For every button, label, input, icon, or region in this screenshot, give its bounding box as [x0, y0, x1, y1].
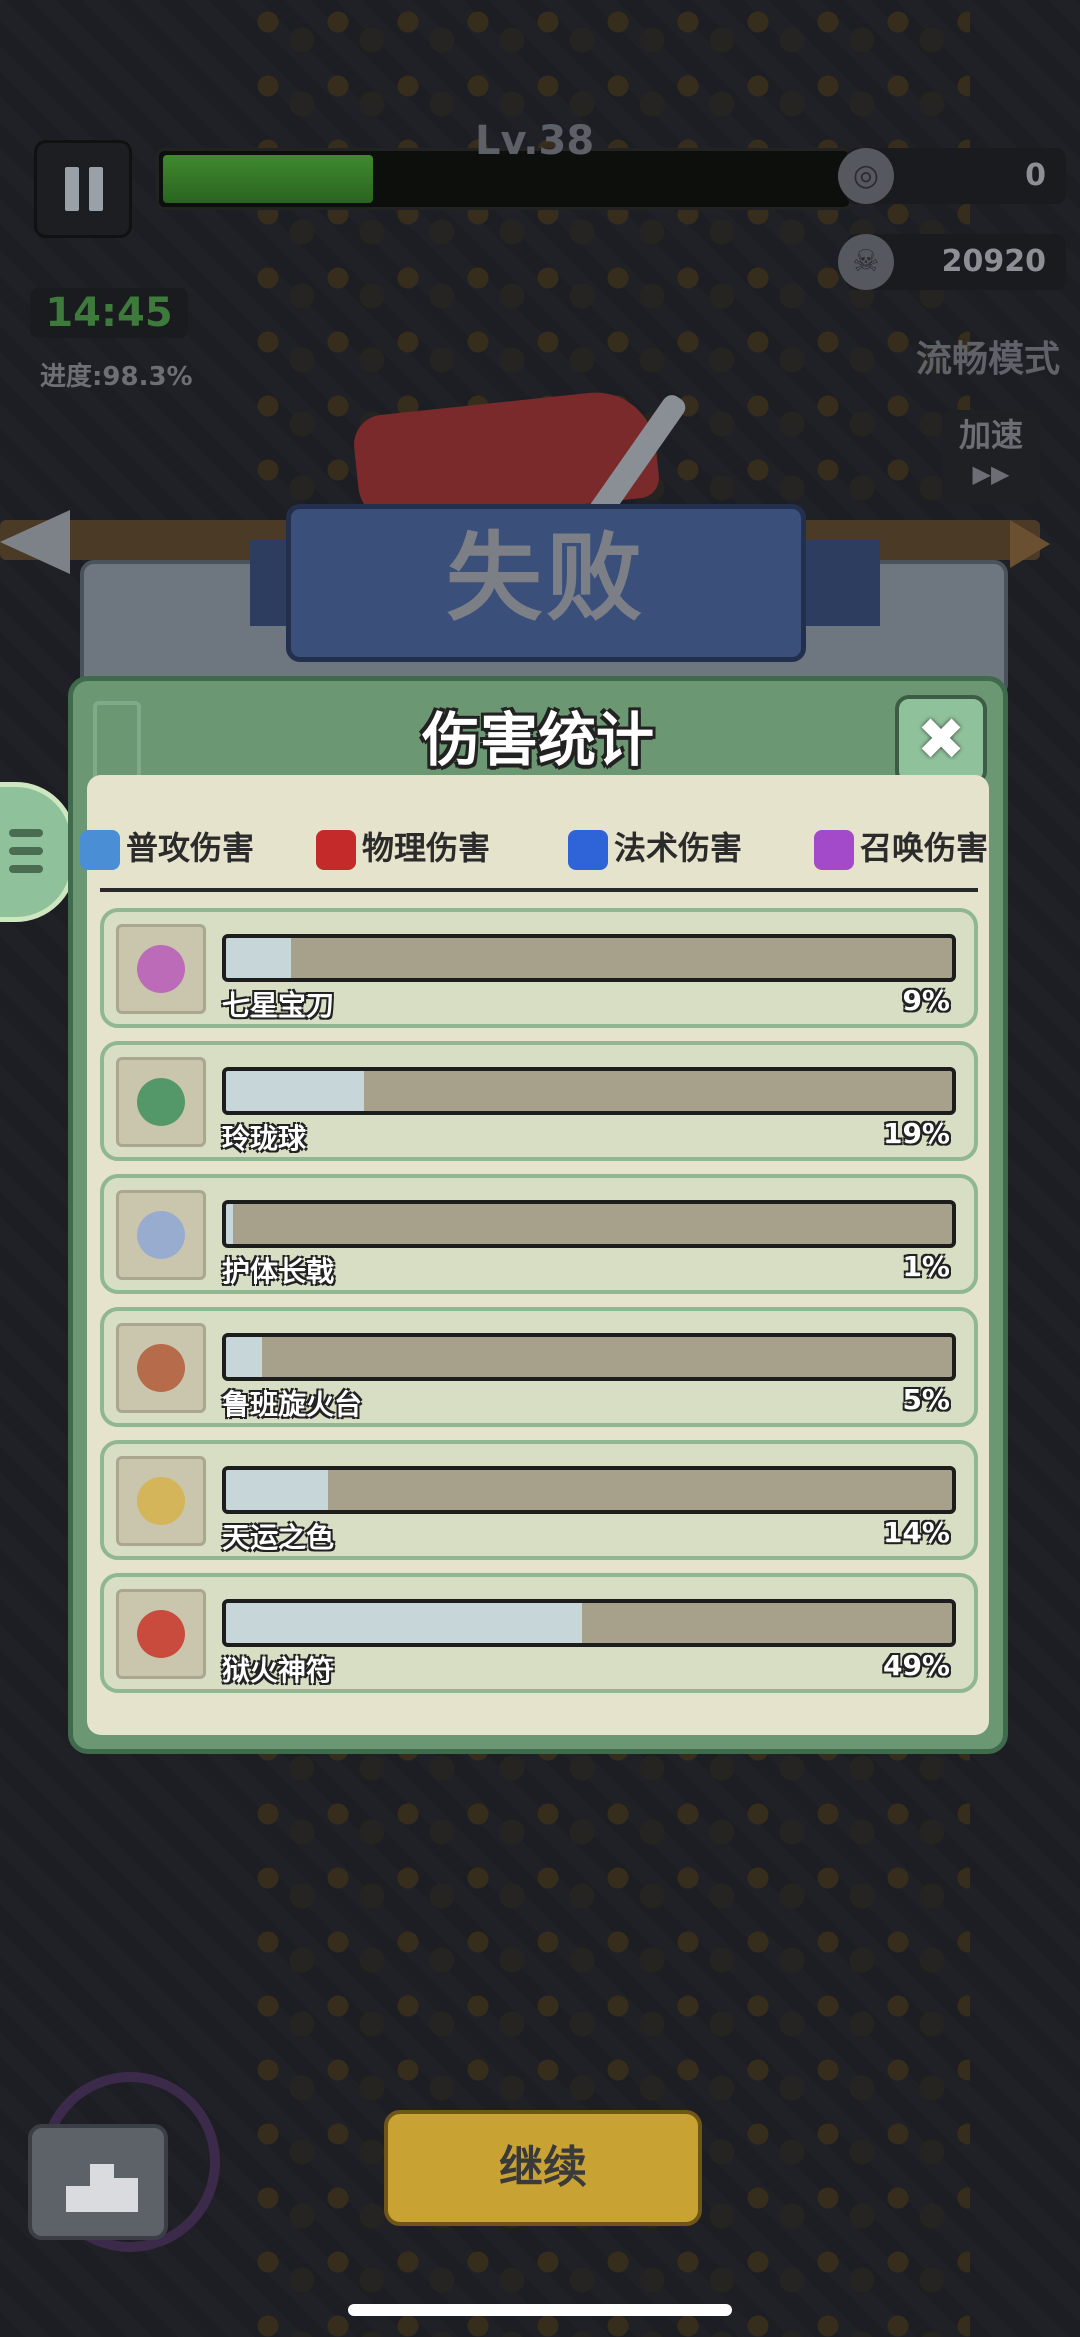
- sword-icon: [80, 830, 120, 870]
- legend-divider: [100, 888, 978, 892]
- damage-bar: [222, 1599, 956, 1647]
- experience-fill: [163, 155, 373, 203]
- halberd-icon: [116, 1190, 206, 1280]
- game-timer: 14:45: [30, 288, 188, 338]
- kill-value: 20920: [941, 244, 1046, 279]
- dagger-icon: [116, 924, 206, 1014]
- damage-row: 玲珑球 19%: [100, 1041, 978, 1161]
- damage-percent: 14%: [882, 1516, 950, 1549]
- weapon-name: 护体长戟: [222, 1255, 335, 1288]
- damage-row: 天运之色 14%: [100, 1440, 978, 1560]
- paw-icon: [814, 830, 854, 870]
- damage-row: 鲁班旋火台 5%: [100, 1307, 978, 1427]
- kill-counter: ☠ 20920: [838, 234, 1066, 290]
- weapon-name: 七星宝刀: [222, 989, 335, 1022]
- spear-end-icon: [1010, 520, 1050, 568]
- damage-row: 狱火神符 49%: [100, 1573, 978, 1693]
- damage-bar-fill: [226, 1071, 364, 1111]
- home-indicator[interactable]: [348, 2304, 732, 2316]
- orb-icon: [116, 1057, 206, 1147]
- weapon-name: 玲珑球: [222, 1122, 307, 1155]
- pause-button[interactable]: [34, 140, 132, 238]
- progress-text: 进度:98.3%: [40, 362, 193, 392]
- damage-bar-fill: [226, 1337, 263, 1377]
- damage-bar-fill: [226, 1470, 328, 1510]
- speed-label: 加速: [958, 416, 1023, 454]
- ranking-button[interactable]: [28, 2124, 168, 2240]
- fast-forward-icon: ▶▶: [972, 460, 1010, 488]
- damage-percent: 49%: [882, 1649, 950, 1682]
- damage-percent: 1%: [902, 1250, 950, 1283]
- legend-normal-attack[interactable]: 普攻伤害: [80, 818, 254, 878]
- skull-icon: ☠: [838, 234, 894, 290]
- speed-up-button[interactable]: 加速 ▶▶: [942, 410, 1040, 504]
- damage-row: 七星宝刀 9%: [100, 908, 978, 1028]
- legend-summon[interactable]: 召唤伤害: [814, 818, 988, 878]
- legend-magic[interactable]: 法术伤害: [568, 818, 742, 878]
- coin-value: 0: [1025, 158, 1046, 193]
- damage-bar: [222, 1067, 956, 1115]
- damage-bar: [222, 1466, 956, 1514]
- damage-percent: 9%: [902, 984, 950, 1017]
- legend-physical[interactable]: 物理伤害: [316, 818, 490, 878]
- panel-title: 伤害统计: [421, 706, 654, 774]
- continue-button[interactable]: 继续: [384, 2110, 702, 2226]
- fist-icon: [316, 830, 356, 870]
- coin-counter: ◎ 0: [838, 148, 1066, 204]
- result-title: 失败: [446, 522, 646, 634]
- smooth-mode-toggle[interactable]: 流畅模式: [916, 330, 1060, 382]
- damage-bar-fill: [226, 1603, 582, 1643]
- fire-tower-icon: [116, 1323, 206, 1413]
- weapon-name: 狱火神符: [222, 1654, 335, 1687]
- flame-icon: [568, 830, 608, 870]
- damage-row: 护体长戟 1%: [100, 1174, 978, 1294]
- damage-bar: [222, 934, 956, 982]
- coin-icon: ◎: [838, 148, 894, 204]
- talisman-icon: [116, 1589, 206, 1679]
- close-button[interactable]: ✖: [895, 695, 987, 785]
- spear-tip-icon: [0, 510, 70, 574]
- damage-percent: 5%: [902, 1383, 950, 1416]
- damage-bar: [222, 1200, 956, 1248]
- weapon-name: 天运之色: [222, 1521, 335, 1554]
- dice-icon: [116, 1456, 206, 1546]
- damage-type-legend: 普攻伤害 物理伤害 法术伤害 召唤伤害: [80, 818, 1010, 878]
- damage-bar: [222, 1333, 956, 1381]
- damage-percent: 19%: [882, 1117, 950, 1150]
- level-label: Lv.38: [475, 118, 595, 164]
- damage-bar-fill: [226, 938, 292, 978]
- weapon-name: 鲁班旋火台: [222, 1388, 363, 1421]
- damage-bar-fill: [226, 1204, 234, 1244]
